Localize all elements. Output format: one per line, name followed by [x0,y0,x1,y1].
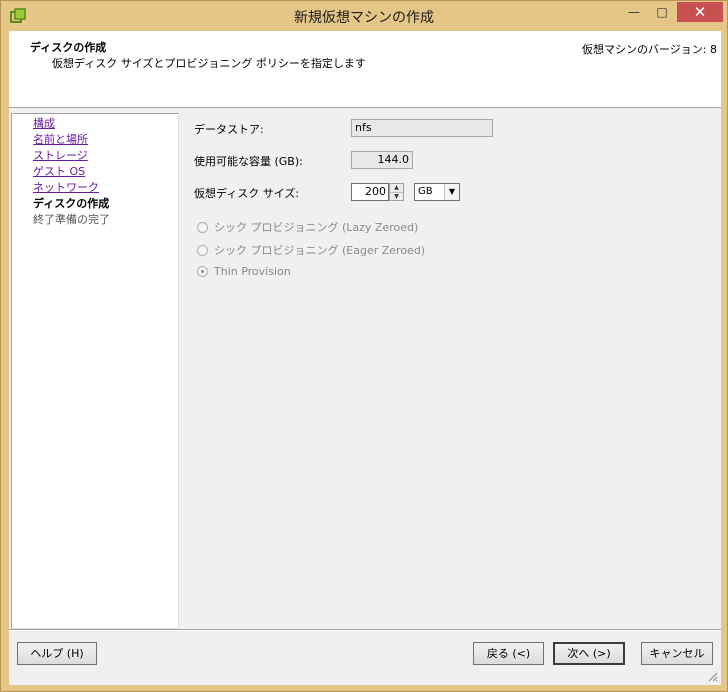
spin-up-icon[interactable]: ▲ [390,184,403,193]
next-button[interactable]: 次へ (>) [553,642,625,665]
vm-version-label: 仮想マシンのバージョン: 8 [582,43,717,56]
radio-thick-eager: シック プロビジョニング (Eager Zeroed) [197,242,425,258]
wizard-steps: 構成 名前と場所 ストレージ ゲスト OS ネットワーク ディスクの作成 終了準… [11,113,179,629]
radio-thick-eager-circle [197,245,208,256]
back-button[interactable]: 戻る (<) [473,642,544,665]
step-guest-os[interactable]: ゲスト OS [33,164,85,179]
client-area: ディスクの作成 仮想ディスク サイズとプロビジョニング ポリシーを指定します 仮… [9,31,721,685]
radio-thin-provision-circle [197,266,208,277]
cancel-button[interactable]: キャンセル [641,642,713,665]
radio-thin-provision-label: Thin Provision [214,265,291,278]
title-bar[interactable]: 新規仮想マシンの作成 — □ ✕ [1,1,727,31]
step-network[interactable]: ネットワーク [33,180,99,195]
wizard-header: ディスクの作成 仮想ディスク サイズとプロビジョニング ポリシーを指定します 仮… [9,31,721,108]
radio-thick-lazy-label: シック プロビジョニング (Lazy Zeroed) [214,221,419,234]
datastore-label: データストア: [194,123,264,136]
footer-divider [9,629,721,631]
capacity-field: 144.0 [351,151,413,169]
close-button[interactable]: ✕ [677,2,723,22]
datastore-field: nfs [351,119,493,137]
wizard-window: 新規仮想マシンの作成 — □ ✕ ディスクの作成 仮想ディスク サイズとプロビジ… [0,0,728,692]
step-storage[interactable]: ストレージ [33,148,88,163]
step-create-disk: ディスクの作成 [33,197,110,210]
radio-thin-provision: Thin Provision [197,265,291,278]
resize-grip-icon[interactable] [706,670,718,682]
disk-size-stepper[interactable]: ▲ ▼ [389,183,404,201]
dropdown-arrow-icon[interactable]: ▼ [444,184,459,200]
disk-settings-panel: データストア: nfs 使用可能な容量 (GB): 144.0 仮想ディスク サ… [189,113,721,627]
minimize-button[interactable]: — [621,2,647,22]
unit-value: GB [418,186,433,197]
radio-thick-lazy-circle [197,222,208,233]
disk-size-label: 仮想ディスク サイズ: [194,187,300,200]
window-title: 新規仮想マシンの作成 [294,10,434,26]
disk-size-input[interactable]: 200 [351,183,389,201]
step-ready-to-complete: 終了準備の完了 [33,213,110,226]
capacity-label: 使用可能な容量 (GB): [194,155,303,168]
radio-thick-lazy: シック プロビジョニング (Lazy Zeroed) [197,219,418,235]
step-name-location[interactable]: 名前と場所 [33,132,88,147]
spin-down-icon[interactable]: ▼ [390,193,403,201]
page-title: ディスクの作成 [30,41,107,54]
radio-thick-eager-label: シック プロビジョニング (Eager Zeroed) [214,244,426,257]
step-configuration[interactable]: 構成 [33,116,55,131]
disk-size-unit-select[interactable]: GB ▼ [414,183,460,201]
maximize-button[interactable]: □ [649,2,675,22]
help-button[interactable]: ヘルプ (H) [17,642,97,665]
page-subtitle: 仮想ディスク サイズとプロビジョニング ポリシーを指定します [52,57,366,70]
